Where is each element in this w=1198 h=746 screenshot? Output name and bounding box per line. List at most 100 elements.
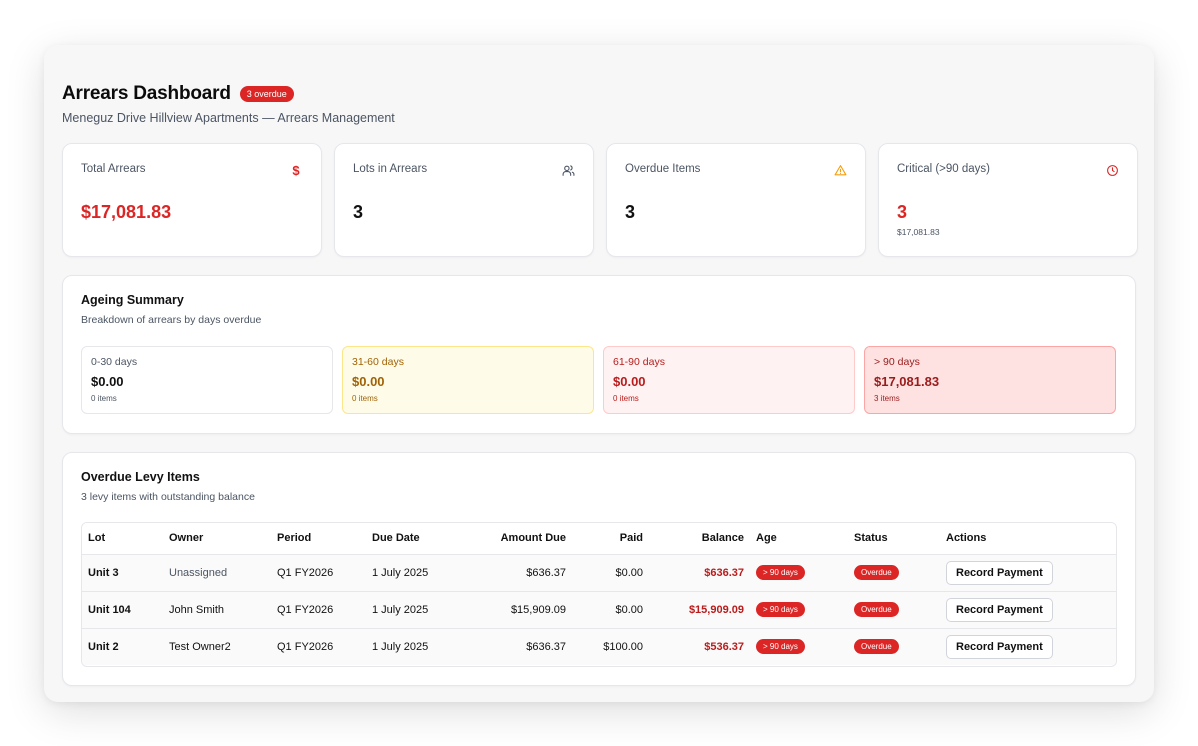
cell-due-date: 1 July 2025 [366, 554, 461, 592]
column-header: Actions [940, 523, 1116, 555]
stat-label: Total Arrears [81, 163, 146, 175]
record-payment-button[interactable]: Record Payment [946, 597, 1053, 622]
age-badge: > 90 days [756, 602, 805, 617]
bucket-61-90-days: 61-90 days $0.00 0 items [603, 346, 855, 414]
cell-owner: John Smith [163, 591, 271, 629]
cell-status: Overdue [848, 554, 940, 592]
status-badge: Overdue [854, 602, 899, 617]
stat-value: 3 [897, 202, 908, 222]
dollar-icon: $ [292, 162, 300, 178]
status-badge: Overdue [854, 565, 899, 580]
bucket-31-60-days: 31-60 days $0.00 0 items [342, 346, 594, 414]
stat-card-lots-in-arrears: Lots in Arrears 3 [334, 143, 594, 257]
bucket-label: 61-90 days [613, 356, 665, 368]
column-header[interactable]: Amount Due [461, 523, 572, 555]
cell-paid: $0.00 [572, 554, 649, 592]
cell-paid: $0.00 [572, 591, 649, 629]
overdue-levy-panel: Overdue Levy Items 3 levy items with out… [62, 452, 1136, 686]
record-payment-button[interactable]: Record Payment [946, 560, 1053, 585]
age-badge: > 90 days [756, 565, 805, 580]
bucket-items: 0 items [613, 394, 639, 403]
cell-balance: $536.37 [649, 628, 750, 665]
cell-amount-due: $636.37 [461, 628, 572, 665]
table-row: Unit 2 Test Owner2 Q1 FY2026 1 July 2025… [82, 628, 1116, 665]
bucket-value: $0.00 [613, 374, 646, 389]
cell-status: Overdue [848, 591, 940, 629]
cell-age: > 90 days [750, 628, 848, 665]
clock-icon [1105, 163, 1119, 177]
bucket-over-90-days: > 90 days $17,081.83 3 items [864, 346, 1116, 414]
stats-row: Total Arrears $ $17,081.83 Lots in Arrea… [62, 143, 1138, 257]
overdue-count-badge: 3 overdue [239, 86, 294, 102]
cell-due-date: 1 July 2025 [366, 628, 461, 665]
column-header[interactable]: Paid [572, 523, 649, 555]
stat-value: $17,081.83 [81, 202, 172, 222]
stat-value: 3 [353, 202, 364, 222]
cell-actions: Record Payment [940, 554, 1116, 592]
overdue-table-container: Lot Owner Period Due Date Amount Due Pai… [81, 522, 1117, 667]
cell-due-date: 1 July 2025 [366, 591, 461, 629]
page-title: Arrears Dashboard [62, 83, 231, 104]
column-header[interactable]: Status [848, 523, 940, 555]
bucket-items: 3 items [874, 394, 900, 403]
table-row: Unit 104 John Smith Q1 FY2026 1 July 202… [82, 591, 1116, 629]
stat-card-total-arrears: Total Arrears $ $17,081.83 [62, 143, 322, 257]
cell-owner: Test Owner2 [163, 628, 271, 665]
users-icon [561, 163, 575, 177]
stat-value: 3 [625, 202, 636, 222]
bucket-items: 0 items [352, 394, 378, 403]
column-header[interactable]: Period [271, 523, 366, 555]
cell-period: Q1 FY2026 [271, 628, 366, 665]
panel-title: Ageing Summary [81, 293, 184, 307]
cell-lot: Unit 2 [82, 628, 163, 665]
stat-label: Overdue Items [625, 163, 701, 175]
cell-period: Q1 FY2026 [271, 554, 366, 592]
panel-subtitle: 3 levy items with outstanding balance [81, 491, 255, 503]
panel-subtitle: Breakdown of arrears by days overdue [81, 314, 262, 326]
cell-age: > 90 days [750, 554, 848, 592]
cell-period: Q1 FY2026 [271, 591, 366, 629]
stat-card-critical: Critical (>90 days) 3 $17,081.83 [878, 143, 1138, 257]
cell-amount-due: $636.37 [461, 554, 572, 592]
stat-label: Lots in Arrears [353, 163, 428, 175]
column-header[interactable]: Due Date [366, 523, 461, 555]
cell-lot: Unit 3 [82, 554, 163, 592]
table-row: Unit 3 Unassigned Q1 FY2026 1 July 2025 … [82, 554, 1116, 592]
ageing-buckets: 0-30 days $0.00 0 items 31-60 days $0.00… [81, 346, 1116, 414]
bucket-label: 0-30 days [91, 356, 138, 368]
bucket-0-30-days: 0-30 days $0.00 0 items [81, 346, 333, 414]
page-subtitle: Meneguz Drive Hillview Apartments — Arre… [62, 111, 395, 125]
bucket-label: > 90 days [874, 356, 920, 368]
cell-amount-due: $15,909.09 [461, 591, 572, 629]
cell-owner: Unassigned [163, 554, 271, 592]
bucket-value: $17,081.83 [874, 374, 940, 389]
stat-subvalue: $17,081.83 [897, 227, 940, 237]
column-header[interactable]: Owner [163, 523, 271, 555]
record-payment-button[interactable]: Record Payment [946, 634, 1053, 659]
status-badge: Overdue [854, 639, 899, 655]
bucket-label: 31-60 days [352, 356, 404, 368]
cell-lot: Unit 104 [82, 591, 163, 629]
panel-title: Overdue Levy Items [81, 470, 200, 484]
column-header[interactable]: Age [750, 523, 848, 555]
page-header: Arrears Dashboard 3 overdue Meneguz Driv… [62, 83, 395, 125]
cell-actions: Record Payment [940, 628, 1116, 665]
stat-card-overdue-items: Overdue Items 3 [606, 143, 866, 257]
column-header[interactable]: Balance [649, 523, 750, 555]
cell-paid: $100.00 [572, 628, 649, 665]
ageing-summary-panel: Ageing Summary Breakdown of arrears by d… [62, 275, 1136, 434]
bucket-value: $0.00 [352, 374, 385, 389]
cell-balance: $636.37 [649, 554, 750, 592]
bucket-items: 0 items [91, 394, 117, 403]
overdue-table: Lot Owner Period Due Date Amount Due Pai… [82, 523, 1116, 665]
dashboard-window: Arrears Dashboard 3 overdue Meneguz Driv… [44, 45, 1154, 702]
stat-label: Critical (>90 days) [897, 163, 990, 175]
bucket-value: $0.00 [91, 374, 124, 389]
column-header[interactable]: Lot [82, 523, 163, 555]
cell-balance: $15,909.09 [649, 591, 750, 629]
cell-age: > 90 days [750, 591, 848, 629]
cell-status: Overdue [848, 628, 940, 665]
age-badge: > 90 days [756, 639, 805, 655]
cell-actions: Record Payment [940, 591, 1116, 629]
table-header-row: Lot Owner Period Due Date Amount Due Pai… [82, 523, 1116, 555]
